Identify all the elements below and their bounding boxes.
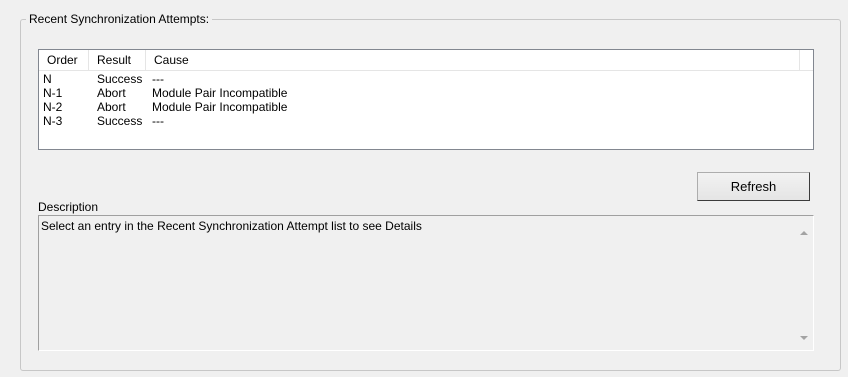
cell-cause: Module Pair Incompatible [152,86,288,100]
list-header: Order Result Cause [39,50,813,71]
column-header-cause[interactable]: Cause [146,50,800,71]
refresh-button[interactable]: Refresh [697,172,810,201]
cell-order: N [43,72,52,86]
cell-result: Success [97,72,143,86]
list-row[interactable]: N Success --- [39,72,813,86]
cell-order: N-2 [43,100,63,114]
list-body: N Success --- N-1 Abort Module Pair Inco… [39,72,813,128]
scroll-down-icon[interactable] [800,336,808,340]
list-row[interactable]: N-2 Abort Module Pair Incompatible [39,100,813,114]
column-header-order[interactable]: Order [39,50,89,71]
cell-result: Abort [97,100,126,114]
list-row[interactable]: N-3 Success --- [39,114,813,128]
cell-order: N-3 [43,114,63,128]
cell-result: Abort [97,86,126,100]
groupbox-title: Recent Synchronization Attempts: [26,11,213,27]
description-text: Select an entry in the Recent Synchroniz… [41,219,422,233]
cell-cause: --- [152,72,164,86]
description-textbox[interactable]: Select an entry in the Recent Synchroniz… [38,215,814,351]
column-header-result[interactable]: Result [89,50,146,71]
cell-result: Success [97,114,143,128]
scroll-up-icon[interactable] [800,231,808,235]
description-scrollbar[interactable] [796,216,813,350]
sync-attempts-list[interactable]: Order Result Cause N Success --- N-1 Abo… [38,49,814,150]
column-header-filler [800,50,813,71]
cell-cause: Module Pair Incompatible [152,100,288,114]
cell-cause: --- [152,114,164,128]
cell-order: N-1 [43,86,63,100]
list-row[interactable]: N-1 Abort Module Pair Incompatible [39,86,813,100]
description-label: Description [38,200,99,214]
